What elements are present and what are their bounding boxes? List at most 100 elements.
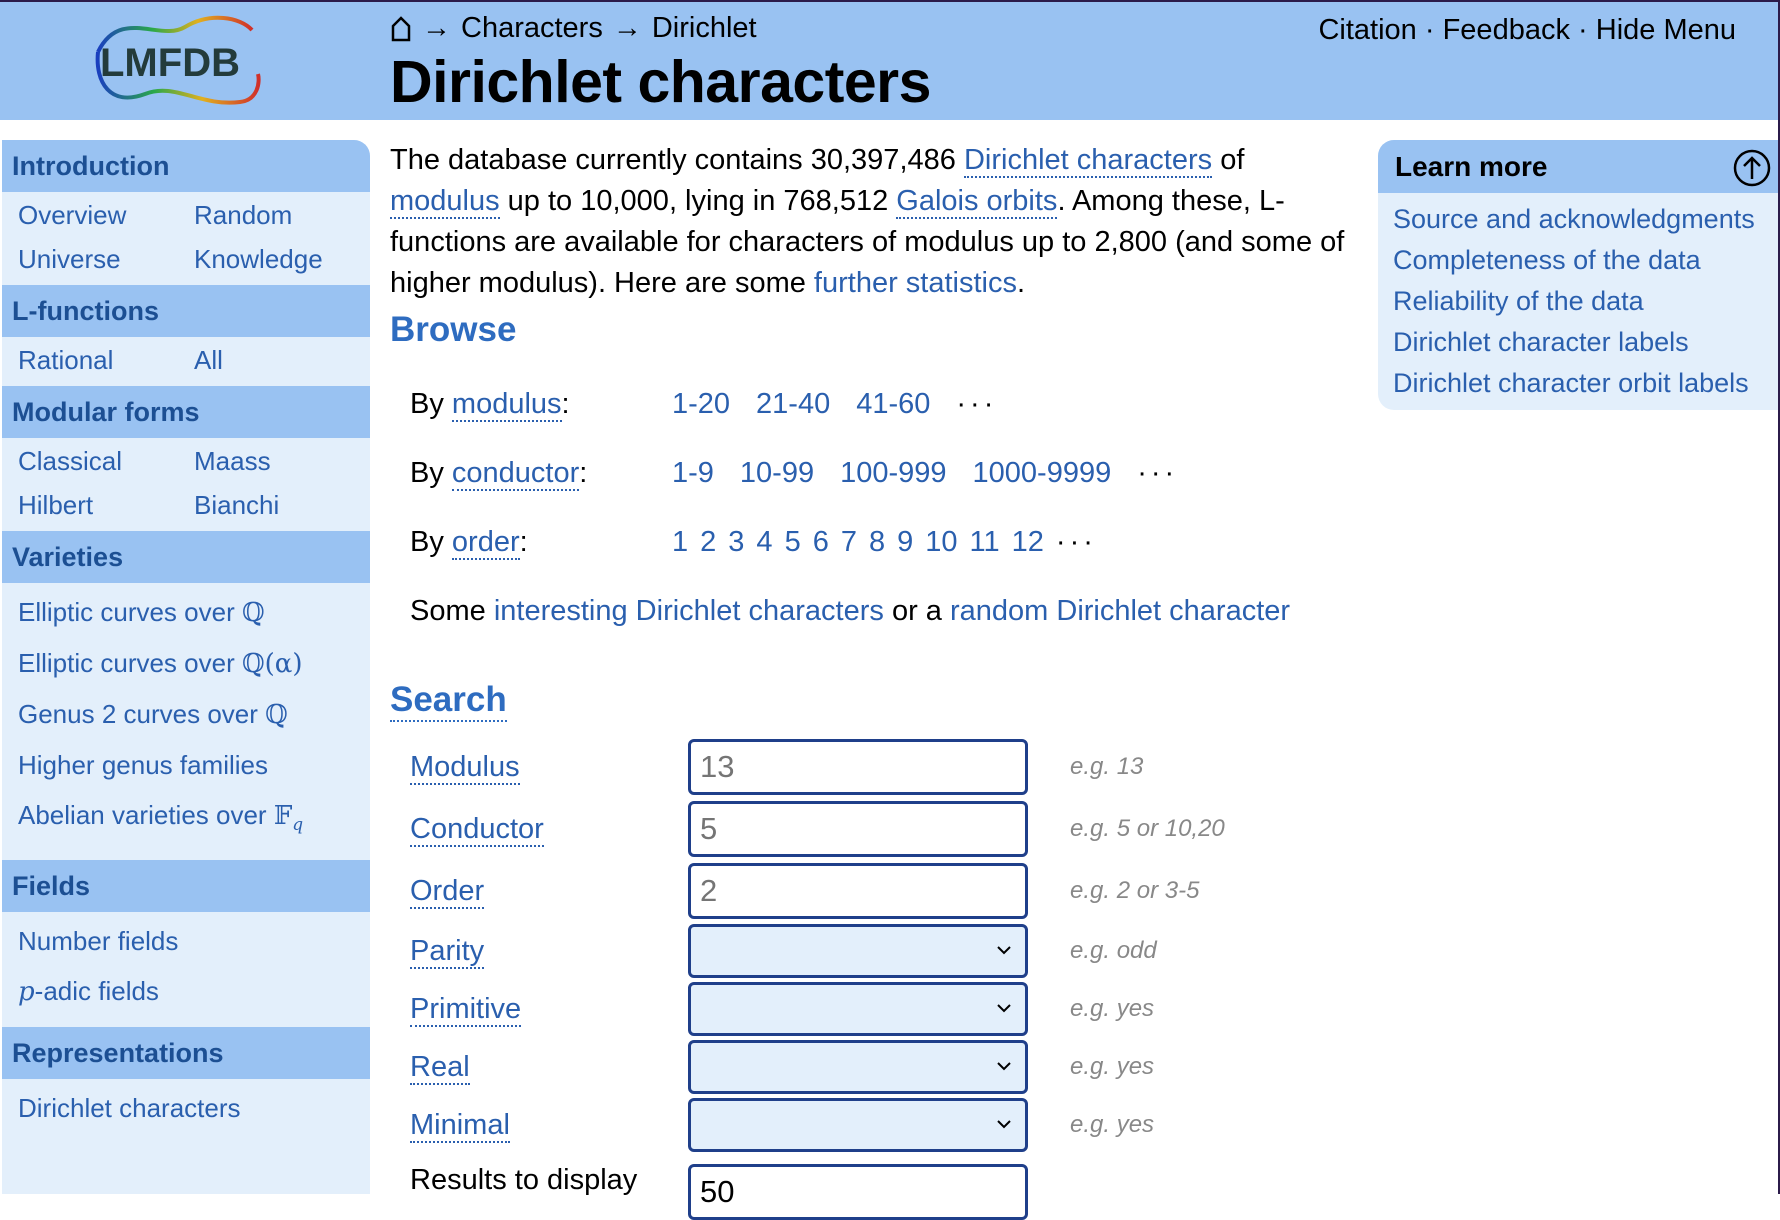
browse-conductor-link[interactable]: 1000-9999 [973, 457, 1112, 490]
sidebar-item-elliptic-curves-q[interactable]: Elliptic curves over ℚ [18, 587, 370, 638]
knowl-primitive[interactable]: Primitive [410, 992, 522, 1027]
knowl-modulus[interactable]: Modulus [410, 750, 520, 785]
sidebar-item-knowledge[interactable]: Knowledge [194, 244, 370, 275]
lmfdb-logo[interactable]: LMFDB [90, 12, 265, 108]
citation-link[interactable]: Citation [1318, 14, 1416, 46]
item-label: Genus 2 curves over [18, 699, 266, 729]
sidebar-item-random[interactable]: Random [194, 200, 370, 231]
browse-modulus-link[interactable]: 41-60 [856, 388, 930, 421]
browse-modulus-link[interactable]: 21-40 [756, 388, 830, 421]
sidebar-item-padic-fields[interactable]: p-adic fields [18, 966, 370, 1017]
breadcrumb-sep: → [612, 12, 642, 44]
conductor-input[interactable] [688, 801, 1028, 857]
sidebar-item-higher-genus[interactable]: Higher genus families [18, 740, 370, 790]
knowl-order[interactable]: order [451, 526, 520, 560]
sidebar-item-elliptic-curves-nf[interactable]: Elliptic curves over ℚ(α) [18, 638, 370, 689]
search-row-minimal: Minimal e.g. yes [410, 1096, 1350, 1154]
knowl-conductor[interactable]: Conductor [410, 812, 544, 847]
browse-conductor-link[interactable]: 10-99 [740, 457, 814, 490]
browse-order-link[interactable]: 9 [897, 526, 913, 559]
sidebar-item-dirichlet-characters[interactable]: Dirichlet characters [18, 1083, 370, 1133]
sidebar-item-classical[interactable]: Classical [18, 446, 194, 477]
browse-conductor-link[interactable]: 100-999 [840, 457, 946, 490]
browse-order-link[interactable]: 5 [785, 526, 801, 559]
browse-modulus-link[interactable]: 1-20 [672, 388, 730, 421]
math-q: ℚ [241, 598, 265, 628]
browse-order-link[interactable]: 3 [728, 526, 744, 559]
intro-text: . [1016, 267, 1026, 299]
knowl-parity[interactable]: Parity [410, 934, 485, 969]
parity-select[interactable] [688, 924, 1028, 978]
main-content: The database currently contains 30,397,4… [390, 140, 1350, 1220]
learn-more-item[interactable]: Dirichlet character labels [1393, 322, 1780, 363]
primitive-select[interactable] [688, 982, 1028, 1036]
knowl-minimal[interactable]: Minimal [410, 1108, 510, 1143]
breadcrumb-dirichlet[interactable]: Dirichlet [652, 12, 757, 45]
learn-more-item[interactable]: Completeness of the data [1393, 240, 1780, 281]
knowl-real[interactable]: Real [410, 1050, 470, 1085]
browse-prefix: By [410, 388, 452, 420]
browse-order-link[interactable]: 8 [869, 526, 885, 559]
learn-more-list: Source and acknowledgments Completeness … [1378, 193, 1780, 404]
math-p: p [18, 977, 35, 1008]
browse-order-link[interactable]: 10 [925, 526, 957, 559]
browse-order-link[interactable]: 7 [841, 526, 857, 559]
knowl-dirichlet-characters[interactable]: Dirichlet characters [963, 144, 1213, 178]
modulus-input[interactable] [688, 739, 1028, 795]
learn-more-item[interactable]: Source and acknowledgments [1393, 199, 1780, 240]
knowl-conductor[interactable]: conductor [451, 457, 580, 491]
search-label: Conductor [410, 812, 688, 847]
feedback-link[interactable]: Feedback [1443, 14, 1570, 46]
breadcrumb-characters[interactable]: Characters [461, 12, 603, 45]
random-character-link[interactable]: random Dirichlet character [950, 595, 1290, 628]
interesting-characters-link[interactable]: interesting Dirichlet characters [494, 595, 884, 628]
sidebar-item-abelian-varieties[interactable]: Abelian varieties over 𝔽q [18, 790, 370, 850]
browse-conductor-link[interactable]: 1-9 [672, 457, 714, 490]
sidebar-item-number-fields[interactable]: Number fields [18, 916, 370, 966]
browse-heading: Browse [390, 310, 517, 349]
browse-label: By conductor: [410, 457, 672, 491]
minimal-select[interactable] [688, 1098, 1028, 1152]
modulus-hint: e.g. 13 [1070, 753, 1144, 780]
sidebar-heading-representations[interactable]: Representations [2, 1027, 370, 1080]
sidebar-heading-varieties[interactable]: Varieties [2, 531, 370, 583]
sidebar-section-representations: Dirichlet characters [2, 1079, 370, 1143]
sidebar-heading-fields[interactable]: Fields [2, 860, 370, 913]
browse-order-link[interactable]: 2 [700, 526, 716, 559]
real-select[interactable] [688, 1040, 1028, 1094]
sidebar-heading-lfunctions[interactable]: L-functions [2, 285, 370, 337]
order-input[interactable] [688, 863, 1028, 919]
knowl-modulus[interactable]: modulus [451, 388, 562, 422]
knowl-order[interactable]: Order [410, 874, 485, 909]
search-heading[interactable]: Search [390, 680, 507, 722]
sidebar-item-bianchi[interactable]: Bianchi [194, 490, 370, 521]
home-icon[interactable] [390, 15, 412, 42]
browse-order-link[interactable]: 4 [756, 526, 772, 559]
math-q: ℚ [265, 700, 288, 730]
sidebar-item-rational[interactable]: Rational [18, 345, 194, 376]
browse-order-link[interactable]: 6 [813, 526, 829, 559]
sidebar-item-hilbert[interactable]: Hilbert [18, 490, 194, 521]
learn-more-item[interactable]: Reliability of the data [1393, 281, 1780, 322]
sidebar-section-fields: Number fields p-adic fields [2, 912, 370, 1021]
sidebar-item-maass[interactable]: Maass [194, 446, 370, 477]
sidebar-item-genus2-curves[interactable]: Genus 2 curves over ℚ [18, 689, 370, 740]
hide-menu-link[interactable]: Hide Menu [1596, 14, 1736, 46]
parity-hint: e.g. odd [1070, 937, 1157, 964]
learn-more-item[interactable]: Dirichlet character orbit labels [1393, 363, 1780, 404]
knowl-modulus[interactable]: modulus [390, 185, 500, 219]
search-label: Parity [410, 934, 688, 969]
browse-order-link[interactable]: 11 [970, 526, 1000, 559]
knowl-galois-orbits[interactable]: Galois orbits [896, 185, 1058, 219]
math-f: 𝔽 [273, 801, 293, 831]
sidebar-heading-introduction[interactable]: Introduction [2, 140, 370, 192]
results-count-input[interactable] [688, 1164, 1028, 1220]
browse-order-link[interactable]: 1 [672, 526, 688, 559]
sidebar-item-all[interactable]: All [194, 345, 370, 376]
further-statistics-link[interactable]: further statistics [814, 267, 1017, 299]
sidebar-item-overview[interactable]: Overview [18, 200, 194, 231]
arrow-up-circle-icon[interactable] [1733, 149, 1771, 187]
sidebar-item-universe[interactable]: Universe [18, 244, 194, 275]
sidebar-heading-modular-forms[interactable]: Modular forms [2, 386, 370, 438]
browse-order-link[interactable]: 12 [1012, 526, 1044, 559]
